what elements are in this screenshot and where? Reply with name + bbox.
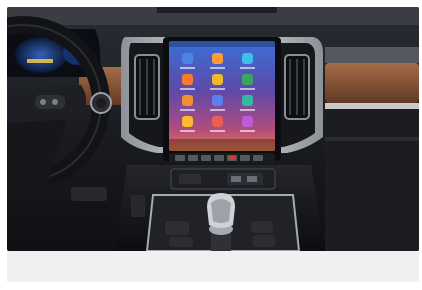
- app-label-bar: [240, 109, 255, 111]
- app-icon[interactable]: [242, 53, 253, 64]
- accelerator-pedal: [131, 195, 145, 217]
- app-label-bar: [210, 130, 225, 132]
- app-icon[interactable]: [242, 116, 253, 127]
- app-icon[interactable]: [242, 95, 253, 106]
- caption-strip: [7, 251, 419, 282]
- car-interior-photo: [7, 7, 419, 251]
- app-icon[interactable]: [212, 95, 223, 106]
- gear-shift-knob: [207, 193, 235, 251]
- app-icon[interactable]: [212, 74, 223, 85]
- app-label-bar: [240, 67, 255, 69]
- app-label-bar: [240, 130, 255, 132]
- app-label-bar: [240, 88, 255, 90]
- app-label-bar: [180, 67, 195, 69]
- app-label-bar: [210, 88, 225, 90]
- app-icon[interactable]: [182, 74, 193, 85]
- app-label-bar: [210, 109, 225, 111]
- brake-pedal: [71, 187, 107, 201]
- app-label-bar: [180, 88, 195, 90]
- image-frame: [0, 0, 422, 290]
- app-label-bar: [180, 109, 195, 111]
- air-vent-right: [284, 54, 310, 120]
- air-vent-left: [134, 54, 160, 120]
- app-label-bar: [210, 67, 225, 69]
- app-icon[interactable]: [182, 116, 193, 127]
- app-icon[interactable]: [182, 95, 193, 106]
- app-icon[interactable]: [182, 53, 193, 64]
- wood-trim-right: [325, 63, 419, 103]
- app-icon[interactable]: [242, 74, 253, 85]
- dashboard-illustration: [7, 7, 419, 251]
- app-icon[interactable]: [212, 53, 223, 64]
- app-label-bar: [180, 130, 195, 132]
- app-icon[interactable]: [212, 116, 223, 127]
